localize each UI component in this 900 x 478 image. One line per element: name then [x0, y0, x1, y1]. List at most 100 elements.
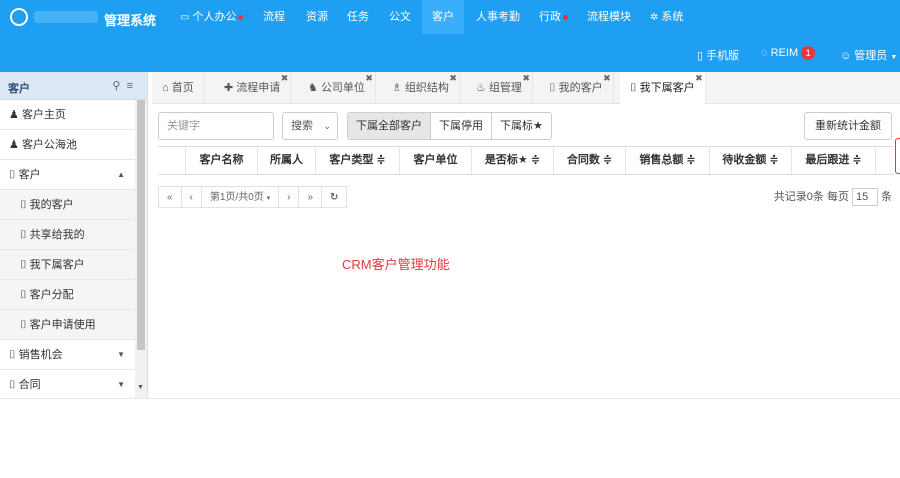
user-icon: ♟	[9, 139, 19, 151]
page-size-input[interactable]: 15	[852, 188, 878, 206]
search-icon[interactable]: ⚲	[112, 80, 120, 92]
nav-label: 行政	[539, 11, 561, 23]
tab-label: 首页	[171, 82, 194, 94]
filter-button-group: 下属全部客户 下属停用 下属标★	[347, 112, 552, 140]
close-icon[interactable]: ✖	[365, 62, 373, 94]
user-label: 管理员	[854, 50, 888, 62]
close-icon[interactable]: ✖	[695, 62, 703, 94]
page-select-label: 第1页/共0页	[209, 192, 264, 203]
close-icon[interactable]: ✖	[522, 62, 530, 94]
page-prev-button[interactable]: ‹	[180, 186, 202, 208]
chevron-up-icon: ▲	[117, 170, 125, 179]
nav-item-system[interactable]: ✲ 系统	[650, 0, 683, 34]
recalculate-amount-button[interactable]: 重新统计金额	[804, 112, 892, 140]
sidebar-item-customer-assign[interactable]: ⌷ 客户分配	[0, 280, 147, 310]
nav-item-customer[interactable]: 客户	[422, 0, 464, 34]
nav-item-hr-attendance[interactable]: 人事考勤	[476, 0, 520, 34]
column-header-type[interactable]: 客户类型 ≑	[316, 147, 400, 174]
sidebar-item-customer-home[interactable]: ♟ 客户主页	[0, 100, 147, 130]
mobile-version-link[interactable]: ▯ 手机版	[697, 47, 739, 63]
nav-label: 流程模块	[587, 11, 631, 23]
column-header-contracts[interactable]: 合同数 ≑	[554, 147, 626, 174]
sidebar-item-label: 我的客户	[29, 199, 74, 211]
sidebar-item-customer-pool[interactable]: ♟ 客户公海池	[0, 130, 147, 160]
close-icon[interactable]: ✖	[449, 62, 457, 94]
nav-item-resource[interactable]: 资源	[306, 0, 328, 34]
sidebar-group-sales-opportunity[interactable]: ⌷ 销售机会 ▼	[0, 340, 147, 370]
nav-label: 系统	[661, 11, 684, 23]
pagination: « ‹ 第1页/共0页 ▾ › » ↻	[158, 186, 348, 208]
search-button-label: 搜索	[291, 120, 313, 132]
nav-item-process[interactable]: 流程	[263, 0, 285, 34]
page-last-button[interactable]: »	[298, 186, 323, 208]
chevron-down-icon: ⌄	[323, 121, 331, 131]
page-first-button[interactable]: «	[158, 186, 182, 208]
nav-item-task[interactable]: 任务	[347, 0, 369, 34]
refresh-button[interactable]: ↻	[321, 186, 348, 208]
nav-item-document[interactable]: 公文	[389, 0, 411, 34]
page-next-button[interactable]: ›	[278, 186, 300, 208]
sidebar-item-label: 客户分配	[29, 289, 74, 301]
main-content: 关键字 搜索 ⌄ 下属全部客户 下属停用 下属标★ 重新统计金额 客户名称 所属人…	[152, 104, 900, 398]
tab-group-manage[interactable]: ♨ 组管理 ✖	[466, 72, 533, 104]
close-icon[interactable]: ✖	[603, 62, 611, 94]
sidebar-item-subordinate-customers[interactable]: ⌷ 我下属客户	[0, 250, 147, 280]
column-header-owner[interactable]: 所属人	[258, 147, 316, 174]
crm-feature-label: CRM客户管理功能	[342, 257, 450, 272]
chevron-down-icon: ▼	[117, 380, 125, 389]
sidebar-item-label: 销售机会	[18, 349, 63, 361]
tab-label: 公司单位	[320, 82, 365, 94]
reim-badge: 1	[801, 46, 816, 60]
sidebar: 客户 ⚲ ≡ ♟ 客户主页 ♟ 客户公海池 ⌷ 客户 ▲ ⌷ 我的客户 ⌷ 共享给…	[0, 72, 148, 398]
filter-all-subordinate[interactable]: 下属全部客户	[348, 113, 431, 139]
tab-label: 流程申请	[236, 82, 281, 94]
sidebar-group-contract[interactable]: ⌷ 合同 ▼	[0, 370, 147, 398]
sidebar-item-my-customers[interactable]: ⌷ 我的客户	[0, 190, 147, 220]
column-header-unit[interactable]: 客户单位	[400, 147, 472, 174]
bookmark-icon: ⌷	[630, 82, 637, 94]
sidebar-group-customer[interactable]: ⌷ 客户 ▲	[0, 160, 147, 190]
sidebar-item-customer-apply[interactable]: ⌷ 客户申请使用	[0, 310, 147, 340]
sidebar-item-shared-with-me[interactable]: ⌷ 共享给我的	[0, 220, 147, 250]
close-icon[interactable]: ✖	[281, 62, 289, 94]
mobile-icon: ▯	[697, 50, 704, 62]
reim-link[interactable]: ◌ REIM 1	[761, 46, 816, 60]
search-input[interactable]: 关键字	[158, 112, 274, 140]
refresh-icon: ↻	[330, 192, 339, 203]
user-menu[interactable]: ☺ 管理员 ▼	[840, 47, 897, 63]
tab-home[interactable]: ⌂ 首页	[152, 72, 205, 104]
column-header-last-follow[interactable]: 最后跟进 ≑	[792, 147, 876, 174]
nav-item-admin[interactable]: 行政	[539, 0, 568, 34]
tab-label: 组织结构	[404, 82, 449, 94]
nav-item-personal-office[interactable]: ▭ 个人办公	[180, 0, 244, 34]
column-header-name[interactable]: 客户名称	[186, 147, 258, 174]
chevron-down-icon: ▾	[266, 195, 271, 202]
bookmark-icon: ⌷	[9, 379, 16, 391]
monitor-icon: ▭	[180, 12, 190, 23]
tab-my-customers[interactable]: ⌷ 我的客户 ✖	[539, 72, 614, 104]
tab-subordinate-customers[interactable]: ⌷ 我下属客户 ✖	[620, 72, 706, 104]
side-tab-handle[interactable]	[895, 138, 900, 174]
menu-icon[interactable]: ≡	[127, 80, 133, 92]
sidebar-header: 客户 ⚲ ≡	[0, 72, 147, 100]
mobile-label: 手机版	[706, 50, 740, 62]
tab-org-structure[interactable]: ♗ 组织结构 ✖	[382, 72, 460, 104]
column-header-checkbox[interactable]	[158, 147, 186, 174]
nav-label: 个人办公	[192, 11, 237, 23]
filter-subordinate-disabled[interactable]: 下属停用	[431, 113, 492, 139]
filter-subordinate-starred[interactable]: 下属标★	[492, 113, 551, 139]
reim-label: REIM	[770, 47, 799, 59]
column-header-receivable[interactable]: 待收金额 ≑	[710, 147, 792, 174]
nav-label: 流程	[263, 11, 285, 23]
sidebar-scrollbar-thumb[interactable]	[137, 100, 145, 350]
search-button[interactable]: 搜索 ⌄	[282, 112, 338, 140]
sidebar-item-label: 客户申请使用	[29, 319, 96, 331]
nav-label: 资源	[306, 11, 328, 23]
page-select[interactable]: 第1页/共0页 ▾	[200, 186, 280, 208]
scroll-down-arrow-icon[interactable]: ▼	[137, 384, 144, 391]
column-header-starred[interactable]: 是否标★ ≑	[472, 147, 554, 174]
column-header-sales-total[interactable]: 销售总额 ≑	[626, 147, 710, 174]
tab-company-unit[interactable]: ♞ 公司单位 ✖	[298, 72, 376, 104]
nav-item-process-module[interactable]: 流程模块	[587, 0, 631, 34]
tab-process-apply[interactable]: ✚ 流程申请 ✖	[214, 72, 292, 104]
